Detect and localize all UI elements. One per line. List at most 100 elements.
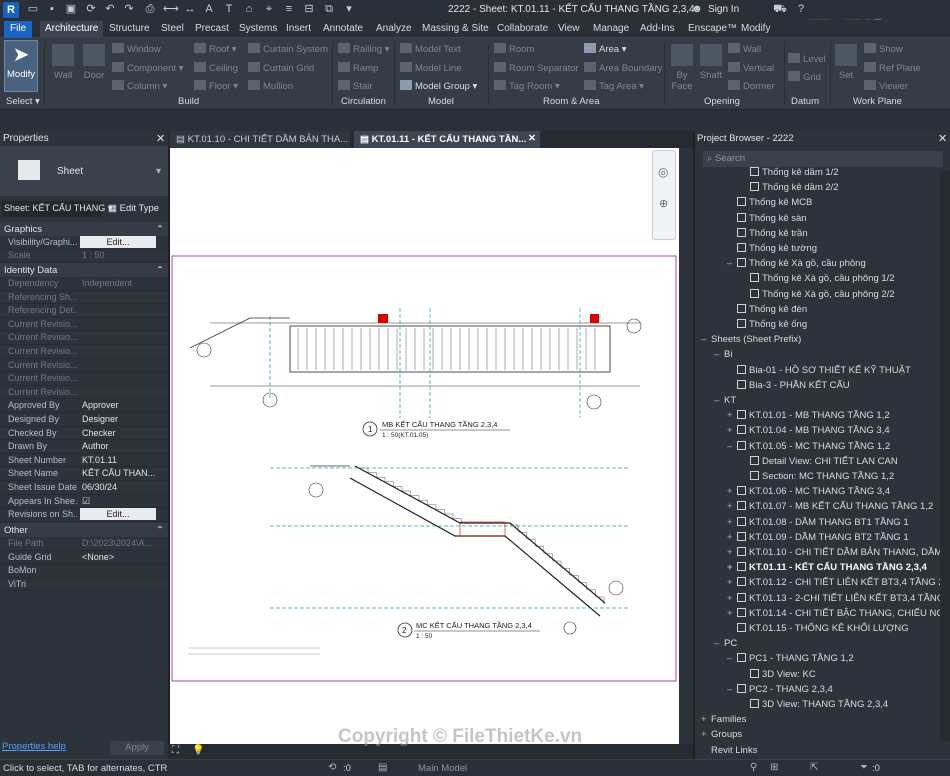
browser-item[interactable]: Bia-01 - HỒ SƠ THIẾT KẾ KỸ THUẬT (727, 364, 911, 376)
help-icon[interactable]: ? (794, 3, 808, 16)
customize-icon[interactable]: ▾ (342, 3, 356, 16)
expand-icon[interactable]: + (727, 486, 737, 497)
other-section-header[interactable]: Other ⌃ (0, 523, 168, 537)
tab-enscape[interactable]: Enscape™ (688, 23, 737, 34)
browser-item[interactable]: + KT.01.11 - KẾT CẤU THANG TẦNG 2,3,4 (727, 562, 927, 573)
select-pinned-icon[interactable]: ⇱ (810, 762, 818, 773)
tab-add-ins[interactable]: Add-Ins (640, 23, 674, 34)
collapse-icon[interactable]: – (701, 334, 711, 345)
railing-button[interactable]: Railing ▾ (338, 43, 389, 55)
tab-collaborate[interactable]: Collaborate (497, 23, 548, 34)
tab-steel[interactable]: Steel (161, 23, 184, 34)
shaft-button[interactable]: Shaft (698, 44, 724, 81)
section-icon[interactable]: ⌖ (262, 3, 276, 16)
tab-insert[interactable]: Insert (286, 23, 311, 34)
redo-icon[interactable]: ↷ (122, 3, 136, 16)
save-cloud-icon[interactable]: ▣ (64, 3, 78, 16)
undo-icon[interactable]: ↶ (103, 3, 117, 16)
browser-item[interactable]: Thống kê dầm 2/2 (740, 182, 839, 193)
edit-type-button[interactable]: ▦ Edit Type (108, 203, 159, 214)
view-scale-icon[interactable]: ⛶ (172, 745, 179, 756)
print-icon[interactable]: ⎙ (143, 3, 157, 16)
properties-help-link[interactable]: Properties help (2, 741, 66, 752)
browser-item[interactable]: Thống kê Xà gồ, cầu phông 1/2 (740, 273, 895, 284)
expand-icon[interactable]: + (727, 577, 737, 588)
browser-item[interactable]: + KT.01.01 - MB THANG TẦNG 1,2 (727, 410, 890, 421)
canvas-vertical-scrollbar[interactable] (679, 148, 693, 744)
tab-systems[interactable]: Systems (239, 23, 277, 34)
identity-section-header[interactable]: Identity Data ⌃ (0, 263, 168, 277)
browser-scrollbar[interactable] (940, 171, 950, 741)
select-dropdown[interactable]: Select ▾ (6, 96, 40, 107)
expand-icon[interactable]: + (727, 593, 737, 604)
expand-icon[interactable]: + (727, 532, 737, 543)
worksets-icon[interactable]: ⟲ (328, 762, 336, 773)
browser-item[interactable]: + Groups (701, 729, 742, 740)
browser-item[interactable]: Thống kê sàn (727, 212, 807, 224)
by-face-button[interactable]: By Face (668, 44, 696, 92)
curtain-grid-button[interactable]: Curtain Grid (248, 62, 314, 74)
vertical-opening-button[interactable]: Vertical (728, 62, 774, 74)
browser-item[interactable]: + KT.01.13 - 2-CHI TIẾT LIÊN KẾT BT3,4 TẦ… (727, 592, 950, 604)
tab-kt-01-10[interactable]: ▤ KT.01.10 - CHI TIẾT DẦM BẢN THA... (170, 131, 350, 148)
edit-button[interactable]: Edit... (80, 508, 156, 521)
tab-file[interactable]: File (4, 21, 33, 38)
save-icon[interactable]: ▪ (45, 3, 59, 16)
browser-item[interactable]: Thống kê MCB (727, 197, 812, 208)
browser-item[interactable]: Thống kê dầm 1/2 (740, 167, 839, 178)
expand-icon[interactable]: + (727, 425, 737, 436)
instance-filter-dropdown[interactable]: Sheet: KẾT CẤU THANG ▾ (2, 201, 112, 217)
stair-button[interactable]: Stair (338, 80, 373, 92)
browser-item[interactable]: – PC1 - THANG TẦNG 1,2 (727, 653, 854, 664)
expand-icon[interactable]: + (727, 501, 737, 512)
tab-architecture[interactable]: Architecture (40, 21, 104, 38)
3d-view-icon[interactable]: ⌂ (242, 3, 256, 16)
collapse-icon[interactable]: – (727, 441, 737, 452)
browser-item[interactable]: Thống kê đèn (727, 303, 807, 315)
area-boundary-button[interactable]: Area Boundary (584, 62, 662, 74)
browser-item[interactable]: – PC2 - THANG 2,3,4 (727, 683, 833, 695)
tab-modify[interactable]: Modify (741, 23, 770, 34)
active-model[interactable]: Main Model (418, 763, 467, 774)
browser-item[interactable]: + KT.01.07 - MB KẾT CẤU THANG TẦNG 1,2 (727, 501, 933, 512)
expand-icon[interactable]: + (701, 729, 711, 740)
type-selector[interactable]: Sheet ▾ (0, 146, 168, 196)
thin-lines-icon[interactable]: ≡ (282, 3, 296, 16)
switch-windows-icon[interactable]: ⧉ (322, 3, 336, 16)
design-options-icon[interactable]: ▤ (378, 762, 387, 773)
grid-button[interactable]: Grid (788, 71, 821, 83)
zoom-icon[interactable]: ⊕ (659, 197, 668, 210)
browser-item[interactable]: + KT.01.08 - DẦM THANG BT1 TẦNG 1 (727, 516, 909, 528)
user-icon[interactable]: ☻ (690, 3, 704, 16)
text-icon[interactable]: T (222, 3, 236, 16)
tab-view[interactable]: View (558, 23, 580, 34)
browser-item[interactable]: Bia-3 - PHẦN KẾT CẤU (727, 379, 850, 391)
ref-plane-button[interactable]: Ref Plane (864, 62, 921, 74)
open-icon[interactable]: ▭ (26, 3, 40, 16)
browser-item[interactable]: + KT.01.09 - DẦM THANG BT2 TẦNG 1 (727, 531, 909, 543)
dormer-button[interactable]: Dormer (728, 80, 775, 92)
browser-item[interactable]: Thống kê trần (727, 227, 808, 239)
model-text-button[interactable]: Model Text (400, 43, 461, 55)
model-group-button[interactable]: Model Group ▾ (400, 80, 477, 92)
browser-item[interactable]: 3D View: THANG TẦNG 2,3,4 (740, 699, 888, 710)
mullion-button[interactable]: Mullion (248, 80, 293, 92)
area-button[interactable]: Area ▾ (584, 43, 627, 55)
browser-item[interactable]: + KT.01.06 - MC THANG TẦNG 3,4 (727, 486, 890, 497)
model-line-button[interactable]: Model Line (400, 62, 461, 74)
viewer-button[interactable]: Viewer (864, 80, 908, 92)
wall-opening-button[interactable]: Wall (728, 43, 761, 55)
browser-item[interactable]: – Sheets (Sheet Prefix) (701, 334, 801, 345)
close-hidden-icon[interactable]: ⊟ (302, 3, 316, 16)
dimension-icon[interactable]: ↔ (183, 3, 197, 16)
browser-item[interactable]: Thống kê tường (727, 243, 817, 254)
tab-manage[interactable]: Manage (593, 23, 629, 34)
expand-icon[interactable]: + (727, 517, 737, 528)
browser-item[interactable]: + KT.01.10 - CHI TIẾT DẦM BẢN THANG, DẦM … (727, 547, 950, 558)
browser-item[interactable]: Detail View: CHI TIẾT LAN CAN (740, 455, 898, 467)
close-icon[interactable]: ✕ (156, 132, 165, 145)
tag-room-button[interactable]: Tag Room ▾ (494, 80, 560, 92)
collapse-icon[interactable]: – (714, 638, 724, 649)
tab-precast[interactable]: Precast (195, 23, 229, 34)
ceiling-button[interactable]: Ceiling (194, 62, 238, 74)
